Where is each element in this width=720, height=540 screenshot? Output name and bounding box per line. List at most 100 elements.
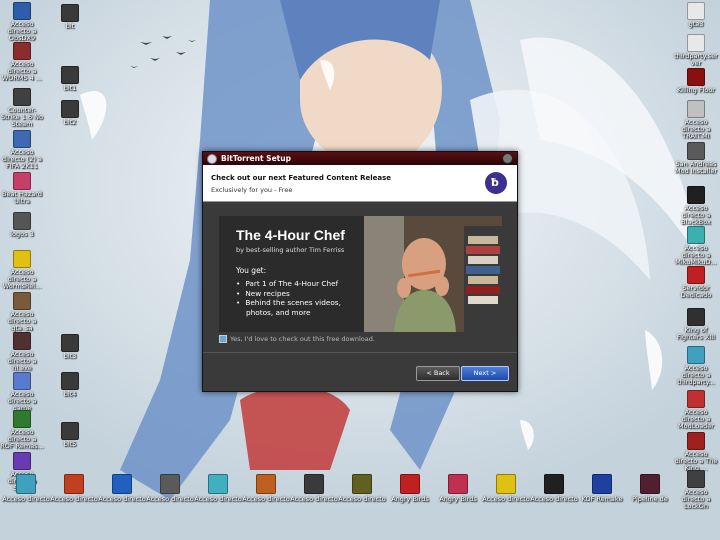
desktop-shortcut[interactable]: Acceso directo a The King ... [674,432,718,472]
desktop-shortcut[interactable]: Acceso directo [338,474,386,503]
desktop-shortcut[interactable]: KOF Remake [578,474,626,503]
desktop-shortcut-label: Acceso directo a game [7,390,37,412]
banner-text-panel: The 4-Hour Chef by best-selling author T… [219,216,364,332]
banner-byline: by best-selling author Tim Ferriss [236,246,345,254]
desktop-shortcut[interactable]: Counter-Strike 1.6 No Steam [0,88,44,128]
desktop-shortcut[interactable]: Acceso directo [194,474,242,503]
desktop-shortcut[interactable]: Acceso directo a gta_sa [0,292,44,332]
app-icon [687,390,705,408]
desktop-shortcut[interactable]: logos 3 [0,212,44,238]
desktop-shortcut-label: Angry Birds [439,495,477,503]
desktop-shortcut[interactable]: Acceso directo a TRAIT.MI [674,100,718,140]
desktop-shortcut[interactable]: Acceso directo [482,474,530,503]
header-subtitle: Exclusively for you - Free [211,186,293,194]
dialog-divider [203,352,517,353]
app-icon [640,474,660,494]
back-button[interactable]: < Back [416,366,460,381]
desktop-shortcut[interactable]: Killing Floor [674,68,718,94]
desktop-shortcut-label: Acceso directo [338,495,386,503]
desktop-shortcut[interactable]: thirdparty.server [674,34,718,67]
author-photo [364,216,502,332]
desktop-shortcut[interactable]: Angry Birds [386,474,434,503]
desktop-shortcut[interactable]: Acceso directo [50,474,98,503]
desktop-shortcut[interactable]: Acceso directo a hl.exe [0,332,44,372]
exe-icon [61,100,79,118]
desktop-shortcut-label: Acceso directo a WormsRel... [2,268,42,290]
desktop-shortcut-label: bit4 [63,390,77,398]
desktop-shortcut[interactable]: Angry Birds [434,474,482,503]
desktop-shortcut-label: logos 3 [10,230,34,238]
desktop-shortcut-label: Acceso directo [98,495,146,503]
game-icon [687,308,705,326]
desktop-shortcut[interactable]: Pipeline.de [626,474,674,503]
desktop-shortcut[interactable]: bit [48,4,92,30]
desktop-shortcut-label: thirdparty.server [674,52,718,67]
radiation-icon [496,474,516,494]
desktop-shortcut[interactable]: Acceso directo a ModLoader [674,390,718,430]
app-icon [687,100,705,118]
desktop-shortcut-label: Acceso directo a LockOn [681,488,711,510]
desktop-shortcut[interactable]: Acceso directo a WormsRel... [0,250,44,290]
game-icon [13,88,31,106]
app-icon [544,474,564,494]
desktop-shortcut[interactable]: Beat Hazard Ultra [0,172,44,205]
desktop-shortcut-label: Acceso directo (2) a FIFA 2K11 [2,148,42,170]
app-icon [687,142,705,160]
desktop-shortcut[interactable]: bit1 [48,66,92,92]
desktop-shortcut[interactable]: Acceso directo a LockOn [674,470,718,510]
free-download-checkbox-label: Yes, I'd love to check out this free dow… [230,335,375,343]
close-icon[interactable] [502,153,513,164]
desktop-shortcut-label: Beat Hazard Ultra [1,190,42,205]
desktop-shortcut[interactable]: Acceso directo [530,474,578,503]
desktop-shortcut[interactable]: bit2 [48,100,92,126]
game-icon [687,68,705,86]
desktop-shortcut-label: Acceso directo [242,495,290,503]
desktop-shortcut[interactable]: Acceso directo [242,474,290,503]
desktop-shortcut-label: Angry Birds [391,495,429,503]
desktop-shortcut[interactable]: Acceso directo [290,474,338,503]
free-download-checkbox-row[interactable]: Yes, I'd love to check out this free dow… [219,335,375,343]
desktop-shortcut-label: Acceso directo [530,495,578,503]
free-download-checkbox[interactable] [219,335,227,343]
desktop-shortcut[interactable]: bit5 [48,422,92,448]
desktop-shortcut[interactable]: King of Fighters XIII [674,308,718,341]
desktop-shortcut[interactable]: Acceso directo a game [0,372,44,412]
desktop-shortcut[interactable]: gta3 [674,2,718,28]
desktop-shortcut[interactable]: bit4 [48,372,92,398]
desktop-shortcut-label: Servidor Dedicado [680,284,712,299]
desktop-shortcut[interactable]: Acceso directo a BlackBox [674,186,718,226]
dialog-titlebar[interactable]: BitTorrent Setup [203,152,517,165]
desktop-shortcut[interactable]: Servidor Dedicado [674,266,718,299]
dialog-title: BitTorrent Setup [221,154,291,163]
featured-content-banner[interactable]: The 4-Hour Chef by best-selling author T… [219,216,502,332]
desktop-shortcut[interactable]: Acceso directo a ROF Remas... [0,410,44,450]
banner-bullet-list: Part 1 of The 4-Hour Chef New recipes Be… [236,279,341,317]
desktop-shortcut[interactable]: Acceso directo [146,474,194,503]
desktop-shortcut[interactable]: Acceso directo a ObsDX9 [0,2,44,42]
desktop-shortcut[interactable]: Acceso directo (2) a FIFA 2K11 [0,130,44,170]
file-icon [687,34,705,52]
next-button[interactable]: Next > [461,366,509,381]
app-icon [208,474,228,494]
app-icon [304,474,324,494]
desktop-shortcut[interactable]: Acceso directo [98,474,146,503]
desktop-shortcut-label: Acceso directo a BlackBox [681,204,711,226]
desktop-shortcut-label: King of Fighters XIII [676,326,716,341]
desktop-shortcut[interactable]: Acceso directo a WORMS 4 ... [0,42,44,82]
header-title: Check out our next Featured Content Rele… [211,174,392,182]
exe-icon [61,372,79,390]
desktop-shortcut[interactable]: bit3 [48,334,92,360]
desktop-shortcut[interactable]: Acceso directo a MikuMikuD... [674,226,718,266]
dialog-header: Check out our next Featured Content Rele… [203,165,517,202]
desktop-shortcut-label: Acceso directo [482,495,530,503]
desktop-shortcut-label: Acceso directo [146,495,194,503]
desktop-shortcut-label: bit3 [63,352,77,360]
desktop-shortcut[interactable]: Acceso directo a thirdparty... [674,346,718,386]
desktop-shortcut[interactable]: San Andreas Mod Installer [674,142,718,175]
banner-bullet-continued: photos, and more [246,307,311,317]
desktop-shortcut[interactable]: Acceso directo [2,474,50,503]
banner-bullet: New recipes [236,289,341,299]
desktop-shortcut-label: Acceso directo a ROF Remas... [0,428,44,450]
app-icon [687,470,705,488]
app-icon [160,474,180,494]
